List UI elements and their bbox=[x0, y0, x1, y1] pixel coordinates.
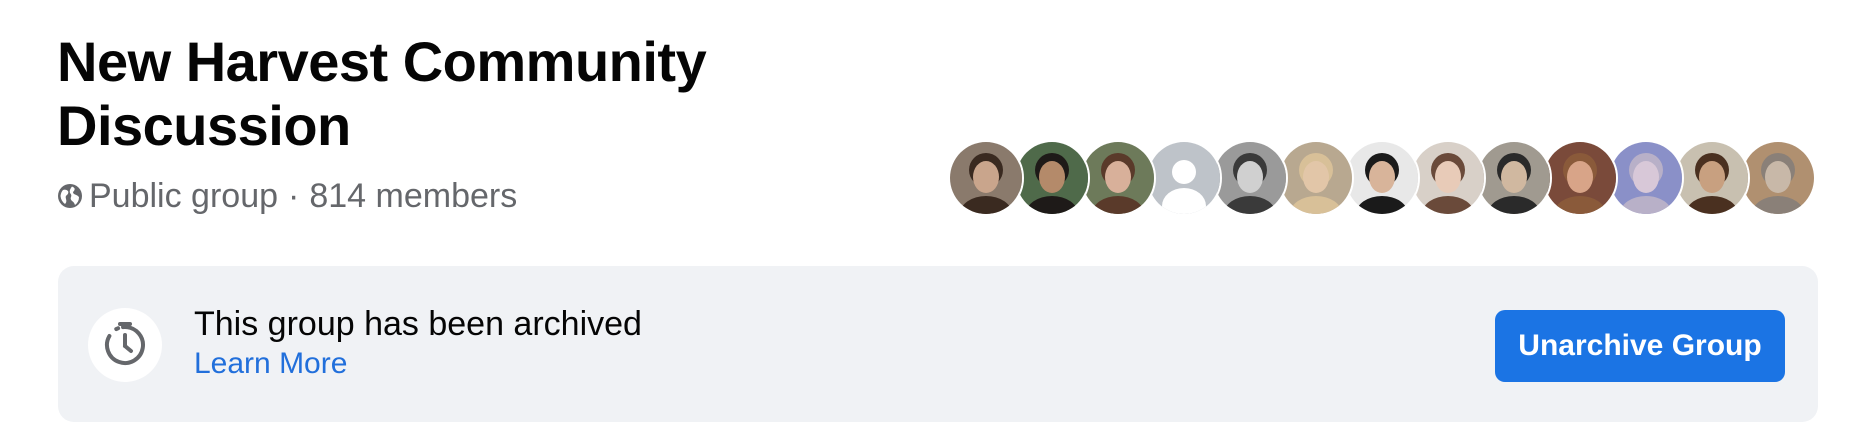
member-avatar[interactable] bbox=[1080, 140, 1156, 216]
privacy-label[interactable]: Public group bbox=[89, 176, 278, 216]
learn-more-link[interactable]: Learn More bbox=[194, 346, 347, 382]
member-count[interactable]: 814 members bbox=[309, 176, 517, 216]
member-avatar[interactable] bbox=[1146, 140, 1222, 216]
globe-icon bbox=[57, 183, 83, 209]
member-avatar[interactable] bbox=[1674, 140, 1750, 216]
member-avatar[interactable] bbox=[1542, 140, 1618, 216]
group-header: New Harvest Community Discussion Public … bbox=[0, 0, 1856, 440]
unarchive-group-button[interactable]: Unarchive Group bbox=[1495, 310, 1785, 382]
member-avatar[interactable] bbox=[1278, 140, 1354, 216]
member-avatar[interactable] bbox=[1476, 140, 1552, 216]
member-avatar[interactable] bbox=[948, 140, 1024, 216]
archived-notice: This group has been archived Learn More … bbox=[58, 266, 1818, 422]
meta-separator: · bbox=[288, 177, 300, 215]
archive-clock-icon bbox=[88, 308, 162, 382]
member-avatar[interactable] bbox=[1212, 140, 1288, 216]
member-avatar-stack bbox=[948, 140, 1816, 216]
archived-message: This group has been archived bbox=[194, 305, 642, 343]
member-avatar[interactable] bbox=[1608, 140, 1684, 216]
member-avatar[interactable] bbox=[1410, 140, 1486, 216]
member-avatar[interactable] bbox=[1014, 140, 1090, 216]
member-avatar[interactable] bbox=[1740, 140, 1816, 216]
member-avatar[interactable] bbox=[1344, 140, 1420, 216]
group-name[interactable]: New Harvest Community Discussion bbox=[57, 30, 757, 158]
group-meta: Public group · 814 members bbox=[57, 176, 517, 216]
